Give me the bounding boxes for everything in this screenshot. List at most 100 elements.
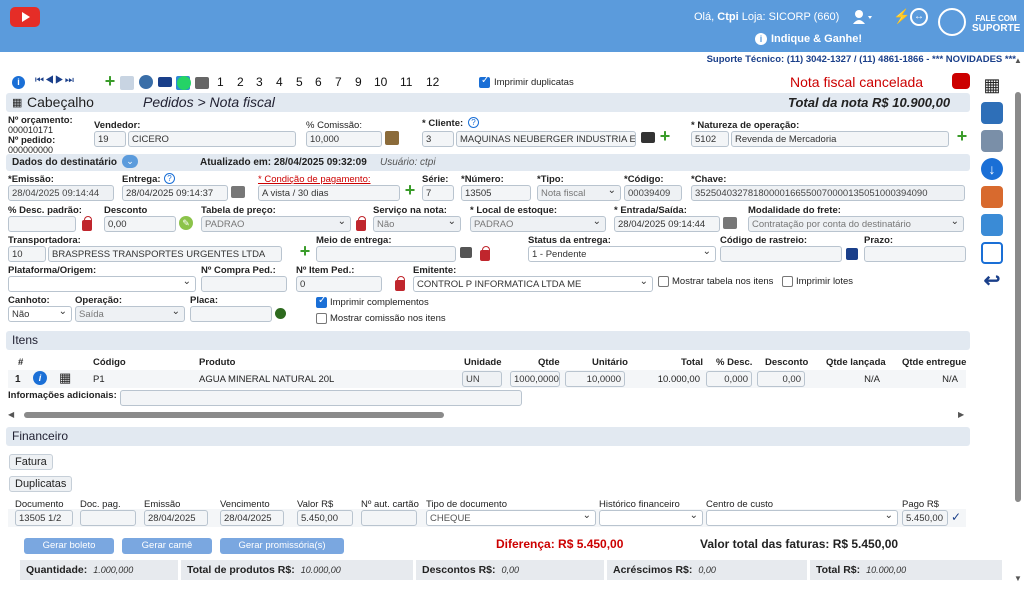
add-natureza-icon[interactable]: + xyxy=(955,127,969,145)
aut-cartao-input[interactable] xyxy=(361,510,417,526)
servico-select[interactable]: Não xyxy=(373,216,461,232)
condicao-input[interactable]: A vista / 30 dias xyxy=(258,185,400,201)
horizontal-scrollbar[interactable]: ◀ ▶ xyxy=(8,410,966,419)
emissao-input[interactable]: 28/04/2025 09:14:44 xyxy=(8,185,114,201)
codigo-input[interactable]: 00039409 xyxy=(624,185,682,201)
condicao-label[interactable]: * Condição de pagamento: xyxy=(258,174,371,185)
local-select[interactable]: PADRAO xyxy=(470,216,606,232)
add-condicao-icon[interactable]: + xyxy=(403,181,417,199)
video-icon[interactable] xyxy=(952,73,970,89)
historico-select[interactable] xyxy=(599,510,703,526)
edit-document-icon[interactable] xyxy=(981,242,1003,264)
whatsapp-icon[interactable] xyxy=(177,76,191,90)
calendar-icon[interactable] xyxy=(231,186,245,198)
emitente-select[interactable]: CONTROL P INFORMATICA LTDA ME xyxy=(413,276,653,292)
remote-access-icon[interactable]: ↔ xyxy=(910,8,928,26)
compra-input[interactable] xyxy=(201,276,287,292)
tracking-icon[interactable] xyxy=(846,248,858,260)
page-link[interactable]: 7 xyxy=(335,75,342,89)
centro-custo-select[interactable] xyxy=(706,510,898,526)
doc-pag-input[interactable] xyxy=(80,510,136,526)
doc-input[interactable]: 13505 1/2 xyxy=(15,510,73,526)
print-duplicates-checkbox[interactable] xyxy=(479,75,490,88)
user-menu-icon[interactable] xyxy=(852,9,874,25)
transportadora-code-input[interactable]: 10 xyxy=(8,246,46,262)
page-link[interactable]: 3 xyxy=(256,75,263,89)
item-qty[interactable]: 1000,0000 xyxy=(510,371,560,387)
page-link[interactable]: 5 xyxy=(296,75,303,89)
vencimento-input[interactable]: 28/04/2025 xyxy=(220,510,284,526)
canhoto-select[interactable]: Não xyxy=(8,306,72,322)
chave-input[interactable]: 3525040327818000016655007000013505100039… xyxy=(691,185,965,201)
add-client-icon[interactable]: + xyxy=(658,127,672,145)
gerar-boleto-button[interactable]: Gerar boleto xyxy=(24,538,114,554)
check-icon[interactable]: ✓ xyxy=(951,510,961,524)
natureza-name-input[interactable]: Revenda de Mercadoria xyxy=(731,131,949,147)
page-link[interactable]: 2 xyxy=(237,75,244,89)
tabela-select[interactable]: PADRAO xyxy=(201,216,351,232)
desc-padrao-input[interactable] xyxy=(8,216,76,232)
lightning-icon[interactable]: ⚡ xyxy=(893,8,910,25)
item-unit-price[interactable]: 10,0000 xyxy=(565,371,625,387)
item-pct-desc[interactable]: 0,000 xyxy=(706,371,752,387)
page-link[interactable]: 10 xyxy=(374,75,387,89)
grid-icon[interactable]: ▦ xyxy=(59,370,71,386)
info-icon[interactable]: i xyxy=(12,76,25,89)
youtube-icon[interactable] xyxy=(10,7,40,27)
serie-input[interactable]: 7 xyxy=(422,185,454,201)
pago-input[interactable]: 5.450,00 xyxy=(902,510,948,526)
show-table-checkbox[interactable] xyxy=(658,276,669,287)
scroll-thumb[interactable] xyxy=(24,412,444,418)
gerar-promissoria-button[interactable]: Gerar promissória(s) xyxy=(220,538,344,554)
page-link[interactable]: 1 xyxy=(217,75,224,89)
fatura-button[interactable]: Fatura xyxy=(9,454,53,470)
support-button[interactable]: FALE COM SUPORTE xyxy=(972,14,1020,34)
chevron-down-icon[interactable]: ⌄ xyxy=(122,155,138,168)
cliente-name-input[interactable]: MAQUINAS NEUBERGER INDUSTRIA E C xyxy=(456,131,636,147)
presentation-icon[interactable] xyxy=(981,214,1003,236)
download-icon[interactable]: ↓ xyxy=(981,158,1003,180)
entrada-input[interactable]: 28/04/2025 09:14:44 xyxy=(614,216,720,232)
placa-input[interactable] xyxy=(190,306,272,322)
page-link[interactable]: 6 xyxy=(315,75,322,89)
print-complements-checkbox[interactable] xyxy=(316,295,327,308)
back-arrow-icon[interactable]: ↩ xyxy=(981,270,1003,292)
save-icon[interactable] xyxy=(981,102,1003,124)
calendar-icon[interactable] xyxy=(723,217,737,229)
item-discount[interactable]: 0,00 xyxy=(757,371,805,387)
item-ped-input[interactable]: 0 xyxy=(296,276,382,292)
status-entrega-select[interactable]: 1 - Pendente xyxy=(528,246,716,262)
printer-icon[interactable] xyxy=(195,77,209,89)
scroll-thumb[interactable] xyxy=(1015,92,1021,502)
frete-select[interactable]: Contratação por conta do destinatário xyxy=(748,216,964,232)
transportadora-name-input[interactable]: BRASPRESS TRANSPORTES URGENTES LTDA xyxy=(48,246,282,262)
history-icon[interactable] xyxy=(981,186,1003,208)
comissao-input[interactable]: 10,000 xyxy=(306,131,382,147)
commission-icon[interactable] xyxy=(385,131,399,145)
meio-input[interactable] xyxy=(316,246,456,262)
rastreio-input[interactable] xyxy=(720,246,842,262)
fin-emissao-input[interactable]: 28/04/2025 xyxy=(144,510,208,526)
info-icon[interactable]: i xyxy=(33,371,47,385)
numero-input[interactable]: 13505 xyxy=(461,185,531,201)
print-lots-checkbox[interactable] xyxy=(782,276,793,287)
natureza-code-input[interactable]: 5102 xyxy=(691,131,729,147)
operacao-select[interactable]: Saída xyxy=(75,306,185,322)
globe-icon[interactable] xyxy=(139,75,153,89)
copy-icon[interactable] xyxy=(120,76,134,90)
tipo-select[interactable]: Nota fiscal xyxy=(537,185,621,201)
nav-arrows[interactable]: ⏮◀▶⏭ xyxy=(35,75,75,86)
duplicatas-button[interactable]: Duplicatas xyxy=(9,476,73,492)
calculator-icon[interactable] xyxy=(981,130,1003,152)
plataforma-select[interactable] xyxy=(8,276,196,292)
add-transportadora-icon[interactable]: + xyxy=(298,242,312,260)
entrega-input[interactable]: 28/04/2025 09:14:37 xyxy=(122,185,228,201)
page-link[interactable]: 9 xyxy=(355,75,362,89)
page-link[interactable]: 4 xyxy=(276,75,283,89)
help-icon[interactable]: ? xyxy=(468,117,479,128)
box-icon[interactable] xyxy=(460,247,472,258)
grid-icon[interactable]: ▦ xyxy=(981,74,1003,96)
page-link[interactable]: 12 xyxy=(426,75,439,89)
prazo-input[interactable] xyxy=(864,246,966,262)
add-icon[interactable]: + xyxy=(103,72,117,90)
